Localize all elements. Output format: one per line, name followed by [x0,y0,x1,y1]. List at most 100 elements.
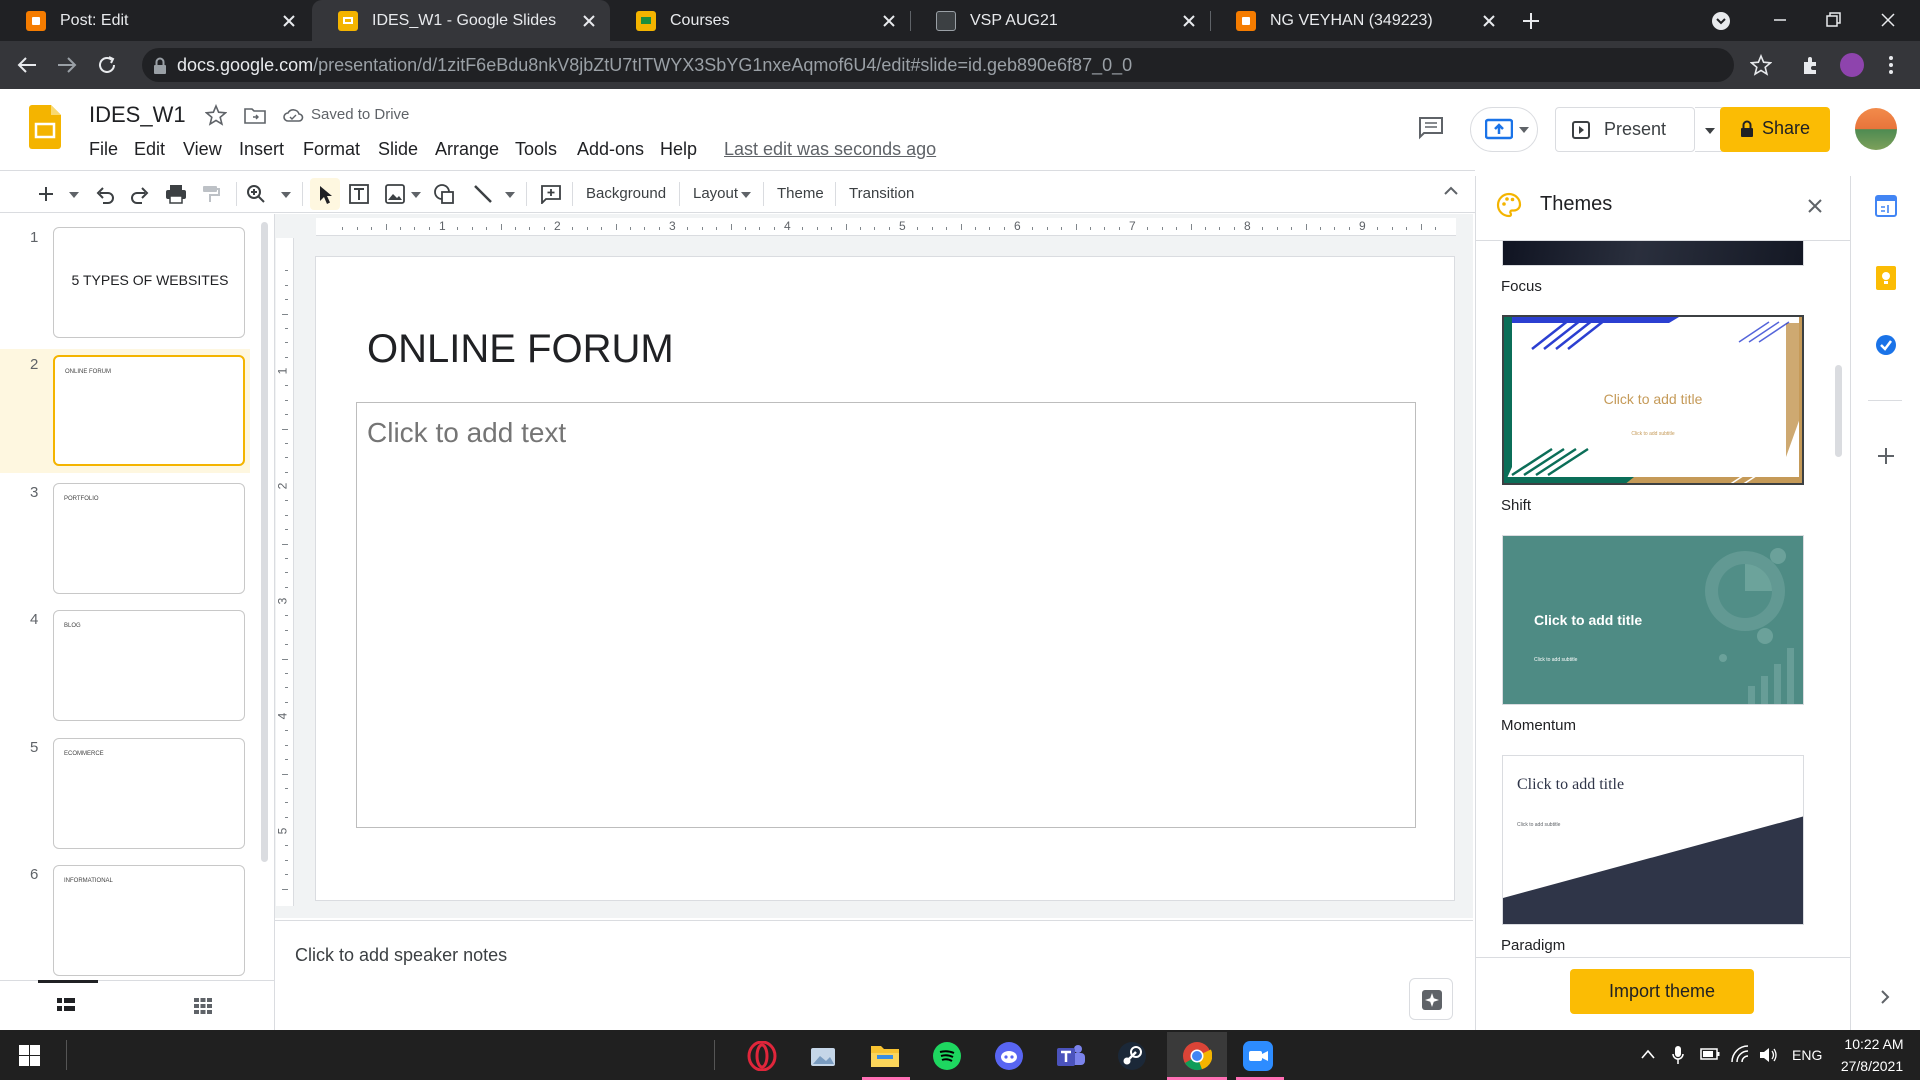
menu-arrange[interactable]: Arrange [435,139,499,160]
menu-tools[interactable]: Tools [515,139,557,160]
vertical-ruler[interactable]: 1 2 3 4 5 [275,238,294,906]
tab-post-edit[interactable]: Post: Edit [0,0,310,41]
close-tab-icon[interactable] [1174,6,1204,36]
clock-date[interactable]: 27/8/2021 [1836,1058,1908,1074]
filmstrip-scrollbar[interactable] [261,222,268,862]
minimize-icon[interactable] [1770,10,1790,30]
theme-momentum-thumbnail[interactable]: Click to add title Click to add subtitle [1502,535,1804,705]
text-box-icon[interactable] [348,183,370,205]
body-placeholder-box[interactable] [356,402,1416,828]
last-edit-link[interactable]: Last edit was seconds ago [724,139,936,160]
account-avatar[interactable] [1855,108,1897,150]
image-icon[interactable] [385,184,405,204]
teams-icon[interactable] [1055,1041,1087,1071]
undo-icon[interactable] [94,184,116,204]
comments-icon[interactable] [1418,116,1444,140]
star-icon[interactable] [205,104,227,126]
explore-button[interactable] [1409,978,1453,1020]
shape-icon[interactable] [433,183,455,205]
zoom-icon[interactable] [246,184,268,204]
tray-overflow-icon[interactable] [1640,1048,1656,1060]
profile-avatar[interactable] [1840,53,1864,77]
volume-icon[interactable] [1758,1046,1778,1064]
theme-paradigm-thumbnail[interactable]: Click to add title Click to add subtitle [1502,755,1804,925]
chrome-icon[interactable] [1182,1041,1212,1071]
opera-icon[interactable] [747,1041,777,1071]
menu-help[interactable]: Help [660,139,697,160]
body-placeholder-text[interactable]: Click to add text [367,417,566,449]
filmstrip-view-icon[interactable] [57,998,75,1012]
close-panel-icon[interactable] [1807,198,1823,214]
close-window-icon[interactable] [1878,10,1898,30]
slide-thumbnail-6[interactable]: INFORMATIONAL [53,865,245,976]
menu-format[interactable]: Format [303,139,360,160]
browser-menu-icon[interactable] [1888,55,1894,75]
background-button[interactable]: Background [586,185,666,202]
horizontal-ruler[interactable]: 1 2 3 4 5 6 7 8 9 [316,218,1456,236]
photos-app-icon[interactable] [808,1042,838,1070]
lock-icon[interactable] [153,57,167,75]
speaker-notes-panel[interactable] [275,920,1473,1032]
calendar-icon[interactable] [1875,194,1897,218]
print-icon[interactable] [165,184,187,204]
zoom-meetings-icon[interactable] [1243,1041,1273,1071]
battery-icon[interactable] [1700,1048,1720,1060]
wifi-icon[interactable] [1730,1045,1750,1063]
close-tab-icon[interactable] [1474,6,1504,36]
tab-search-icon[interactable] [1710,10,1732,32]
close-tab-icon[interactable] [874,6,904,36]
tasks-icon[interactable] [1875,334,1897,356]
forward-icon[interactable] [56,54,78,76]
new-slide-icon[interactable] [36,184,56,204]
line-dropdown[interactable] [505,192,515,198]
move-folder-icon[interactable] [244,106,266,124]
document-title[interactable]: IDES_W1 [89,102,186,128]
speaker-notes-placeholder[interactable]: Click to add speaker notes [295,945,507,966]
keep-icon[interactable] [1876,266,1896,290]
slide-thumbnail-2[interactable]: ONLINE FORUM [53,355,245,466]
cloud-saved-icon[interactable] [282,106,304,124]
back-icon[interactable] [16,54,38,76]
layout-button[interactable]: Layout [693,185,738,202]
clock-time[interactable]: 10:22 AM [1840,1036,1908,1052]
new-slide-layout-dropdown[interactable] [69,192,79,198]
import-theme-button[interactable]: Import theme [1570,969,1754,1014]
menu-edit[interactable]: Edit [134,139,165,160]
select-tool[interactable] [310,178,340,210]
image-dropdown[interactable] [411,192,421,198]
present-to-meeting-button[interactable] [1470,107,1538,152]
share-button[interactable]: Share [1720,107,1830,152]
bookmark-star-icon[interactable] [1750,54,1772,76]
menu-slide[interactable]: Slide [378,139,418,160]
menu-view[interactable]: View [183,139,222,160]
theme-button[interactable]: Theme [777,185,824,202]
get-add-ons-icon[interactable] [1876,446,1896,466]
line-icon[interactable] [473,184,493,204]
url-text[interactable]: docs.google.com/presentation/d/1zitF6eBd… [177,55,1132,76]
windows-start-icon[interactable] [19,1045,40,1066]
slide-thumbnail-4[interactable]: BLOG [53,610,245,721]
add-comment-icon[interactable] [540,184,562,204]
reload-icon[interactable] [96,54,118,76]
theme-focus-thumbnail[interactable] [1502,241,1804,266]
close-tab-icon[interactable] [274,6,304,36]
slide-thumbnail-5[interactable]: ECOMMERCE [53,738,245,849]
slide-title[interactable]: ONLINE FORUM [367,327,674,372]
spotify-icon[interactable] [932,1041,962,1071]
themes-scrollbar[interactable] [1835,365,1842,457]
close-tab-icon[interactable] [574,6,604,36]
tab-ng-veyhan[interactable]: NG VEYHAN (349223) [1210,0,1510,41]
microphone-icon[interactable] [1672,1045,1684,1065]
language-indicator[interactable]: ENG [1792,1047,1822,1063]
discord-icon[interactable] [994,1041,1024,1071]
tab-ides-w1[interactable]: IDES_W1 - Google Slides [312,0,610,41]
menu-file[interactable]: File [89,139,118,160]
theme-shift-thumbnail[interactable]: Click to add title Click to add subtitle [1502,315,1804,485]
slide-thumbnail-3[interactable]: PORTFOLIO [53,483,245,594]
tab-courses[interactable]: Courses [610,0,910,41]
restore-icon[interactable] [1823,10,1843,30]
transition-button[interactable]: Transition [849,185,914,202]
steam-icon[interactable] [1117,1041,1147,1071]
menu-add-ons[interactable]: Add-ons [577,139,644,160]
slide-thumbnail-1[interactable]: 5 TYPES OF WEBSITES [53,227,245,338]
